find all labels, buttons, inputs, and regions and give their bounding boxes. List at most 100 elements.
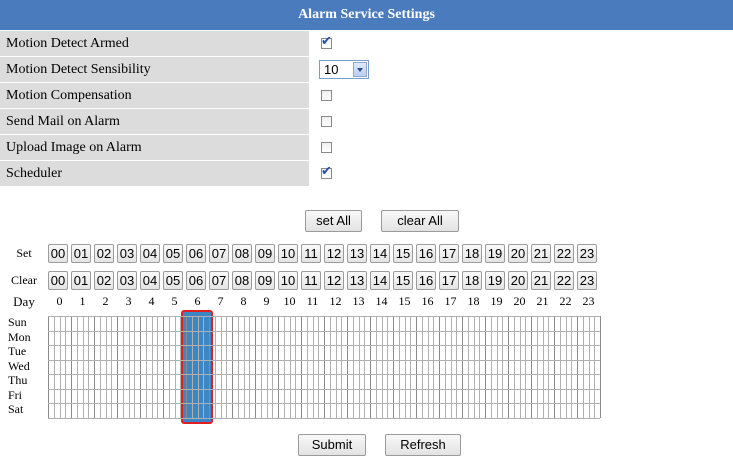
setting-checkbox[interactable]: ✔ (321, 34, 332, 49)
clear-hour-button[interactable]: 00 (48, 271, 68, 290)
grid-line (48, 374, 600, 375)
day-label: Sat (8, 402, 24, 416)
hour-number: 23 (582, 294, 595, 308)
submit-button[interactable]: Submit (298, 434, 366, 456)
setting-row: Send Mail on Alarm (0, 109, 733, 134)
clear-hour-button[interactable]: 04 (140, 271, 160, 290)
set-hour-button[interactable]: 15 (393, 244, 413, 263)
clear-hour-button[interactable]: 08 (232, 271, 252, 290)
setting-label: Motion Detect Armed (0, 31, 309, 56)
hour-number: 15 (398, 294, 411, 308)
clear-hour-button[interactable]: 10 (278, 271, 298, 290)
set-hour-button[interactable]: 01 (71, 244, 91, 263)
set-hour-button[interactable]: 20 (508, 244, 528, 263)
clear-hour-button[interactable]: 11 (301, 271, 321, 290)
hour-number: 4 (148, 294, 155, 308)
clear-hour-button[interactable]: 20 (508, 271, 528, 290)
setting-checkbox[interactable]: ✔ (321, 164, 332, 179)
set-all-button[interactable]: set All (305, 210, 362, 232)
clear-hour-button[interactable]: 22 (554, 271, 574, 290)
setting-checkbox[interactable] (321, 142, 332, 153)
setting-label: Motion Detect Sensibility (0, 57, 309, 82)
day-label: Mon (8, 329, 31, 344)
day-label: Wed (8, 358, 30, 373)
clear-hour-button[interactable]: 18 (462, 271, 482, 290)
day-label: Sun (8, 315, 27, 329)
clear-hour-button[interactable]: 09 (255, 271, 275, 290)
grid-line (48, 359, 600, 361)
set-hour-button[interactable]: 18 (462, 244, 482, 263)
hour-number-row: Day 0 1 2 3 4 5 6 7 8 9 10 11 12 13 14 15 16 17 18 19 20 21 22 2… (0, 294, 600, 310)
clear-hour-button[interactable]: 12 (324, 271, 344, 290)
set-hour-button[interactable]: 19 (485, 244, 505, 263)
set-hour-button[interactable]: 06 (186, 244, 206, 263)
hour-number: 11 (306, 294, 319, 308)
refresh-button[interactable]: Refresh (385, 434, 461, 456)
clear-hour-button[interactable]: 02 (94, 271, 114, 290)
set-hour-button[interactable]: 05 (163, 244, 183, 263)
setting-checkbox[interactable] (321, 90, 332, 101)
sensibility-select[interactable]: 10 (319, 60, 369, 79)
clear-all-button[interactable]: clear All (381, 210, 459, 232)
day-label: Tue (8, 344, 27, 358)
clear-hour-button[interactable]: 06 (186, 271, 206, 290)
set-hour-button[interactable]: 03 (117, 244, 137, 263)
set-hour-button[interactable]: 17 (439, 244, 459, 263)
set-hour-button[interactable]: 10 (278, 244, 298, 263)
hour-number: 17 (444, 294, 457, 308)
set-hour-button[interactable]: 04 (140, 244, 160, 263)
set-hour-button[interactable]: 08 (232, 244, 252, 263)
set-hour-button[interactable]: 00 (48, 244, 68, 263)
clear-hour-button[interactable]: 17 (439, 271, 459, 290)
set-hour-row-label: Set (16, 246, 32, 260)
hour-number: 13 (352, 294, 365, 308)
set-hour-button[interactable]: 16 (416, 244, 436, 263)
hour-number: 9 (263, 294, 270, 308)
day-header: Day (13, 294, 35, 309)
hour-number: 14 (375, 294, 388, 308)
chevron-down-icon[interactable] (353, 62, 367, 77)
grid-line (600, 316, 601, 418)
set-hour-button[interactable]: 21 (531, 244, 551, 263)
settings-table: Motion Detect Armed ✔ Motion Detect Sensib… (0, 31, 733, 187)
clear-hour-button[interactable]: 14 (370, 271, 390, 290)
set-hour-button[interactable]: 12 (324, 244, 344, 263)
set-hour-button[interactable]: 14 (370, 244, 390, 263)
set-hour-button[interactable]: 02 (94, 244, 114, 263)
clear-hour-button[interactable]: 23 (577, 271, 597, 290)
setting-row: Motion Detect Armed ✔ (0, 31, 733, 56)
clear-hour-button[interactable]: 21 (531, 271, 551, 290)
hour-number: 6 (194, 294, 201, 308)
hour-number: 8 (240, 294, 247, 308)
set-hour-button[interactable]: 23 (577, 244, 597, 263)
clear-hour-button[interactable]: 16 (416, 271, 436, 290)
setting-checkbox[interactable] (321, 116, 332, 127)
day-label: Thu (8, 373, 28, 387)
hour-number: 20 (513, 294, 526, 308)
clear-hour-button[interactable]: 05 (163, 271, 183, 290)
set-hour-button[interactable]: 22 (554, 244, 574, 263)
grid-line (48, 417, 600, 419)
schedule-cells[interactable] (48, 310, 601, 424)
clear-hour-button[interactable]: 07 (209, 271, 229, 290)
clear-hour-row-label: Clear (11, 273, 37, 287)
hour-number: 12 (329, 294, 342, 308)
setting-value: ✔ (309, 31, 733, 56)
setting-row: Motion Detect Sensibility 10 (0, 57, 733, 82)
clear-hour-button[interactable]: 13 (347, 271, 367, 290)
hour-number: 18 (467, 294, 480, 308)
clear-hour-button[interactable]: 15 (393, 271, 413, 290)
set-hour-button[interactable]: 09 (255, 244, 275, 263)
hour-number: 7 (217, 294, 224, 308)
hour-number: 19 (490, 294, 503, 308)
set-hour-button[interactable]: 11 (301, 244, 321, 263)
clear-hour-button[interactable]: 19 (485, 271, 505, 290)
grid-line (48, 388, 600, 390)
clear-hour-button[interactable]: 01 (71, 271, 91, 290)
clear-hour-button[interactable]: 03 (117, 271, 137, 290)
hour-number: 22 (559, 294, 572, 308)
hour-number: 10 (283, 294, 296, 308)
hour-number: 3 (125, 294, 132, 308)
set-hour-button[interactable]: 13 (347, 244, 367, 263)
set-hour-button[interactable]: 07 (209, 244, 229, 263)
